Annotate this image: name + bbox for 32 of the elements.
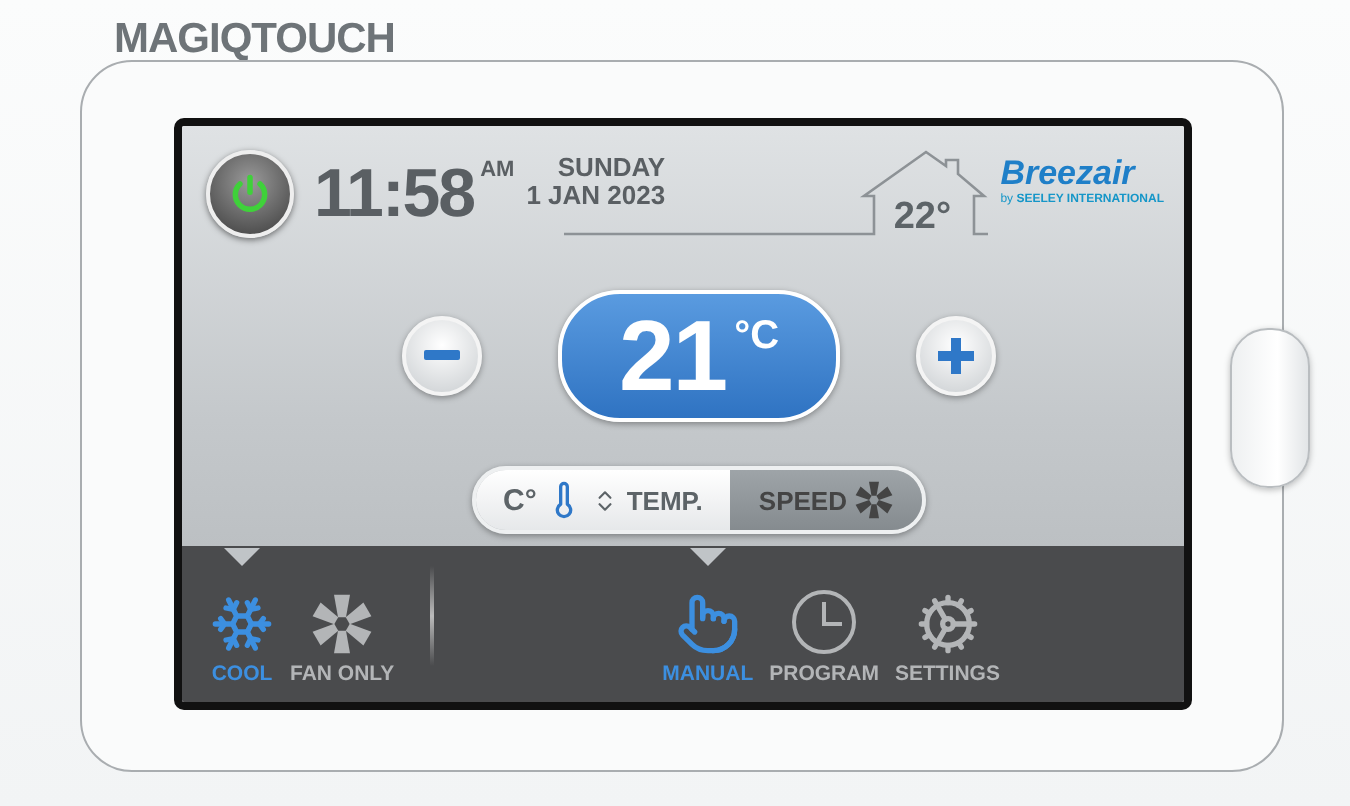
setpoint-value: 21: [618, 298, 727, 414]
adjust-label: SPEED: [758, 485, 847, 515]
clock-meridiem: AM: [480, 158, 515, 182]
pointer-hand-icon: [675, 592, 740, 656]
power-icon: [228, 172, 272, 216]
mode-button[interactable]: COOL: [202, 592, 282, 686]
clock-time: 11:58: [314, 155, 475, 233]
increase-button[interactable]: [916, 316, 996, 396]
brand-logo: MAGIQTOUCH: [112, 14, 397, 60]
control-button[interactable]: PROGRAM: [761, 588, 887, 686]
brand-name: Breezair: [1000, 154, 1135, 193]
celsius-label: C°: [503, 483, 537, 517]
power-button[interactable]: [206, 150, 294, 238]
clock-icon: [790, 588, 859, 656]
snowflake-icon: [210, 592, 274, 656]
indoor-temperature: 22°: [893, 196, 952, 242]
adjust-tab[interactable]: SPEED: [730, 470, 923, 530]
control-button[interactable]: SETTINGS: [886, 592, 1008, 686]
control-button[interactable]: MANUAL: [654, 592, 762, 686]
fan-icon: [310, 592, 375, 656]
adjust-label: TEMP.: [626, 485, 703, 515]
selection-pointer: [689, 548, 726, 566]
setpoint-unit: °C: [734, 314, 780, 360]
date: 1 JAN 2023: [526, 182, 666, 210]
selection-pointer: [224, 548, 260, 566]
weekday: SUNDAY: [557, 154, 666, 182]
decrease-button[interactable]: [402, 316, 482, 396]
fan-icon: [854, 480, 895, 520]
plus-icon: [938, 338, 974, 374]
minus-icon: [424, 350, 460, 362]
mode-button[interactable]: FAN ONLY: [282, 592, 403, 686]
adjust-tab[interactable]: C° TEMP.: [475, 470, 731, 530]
